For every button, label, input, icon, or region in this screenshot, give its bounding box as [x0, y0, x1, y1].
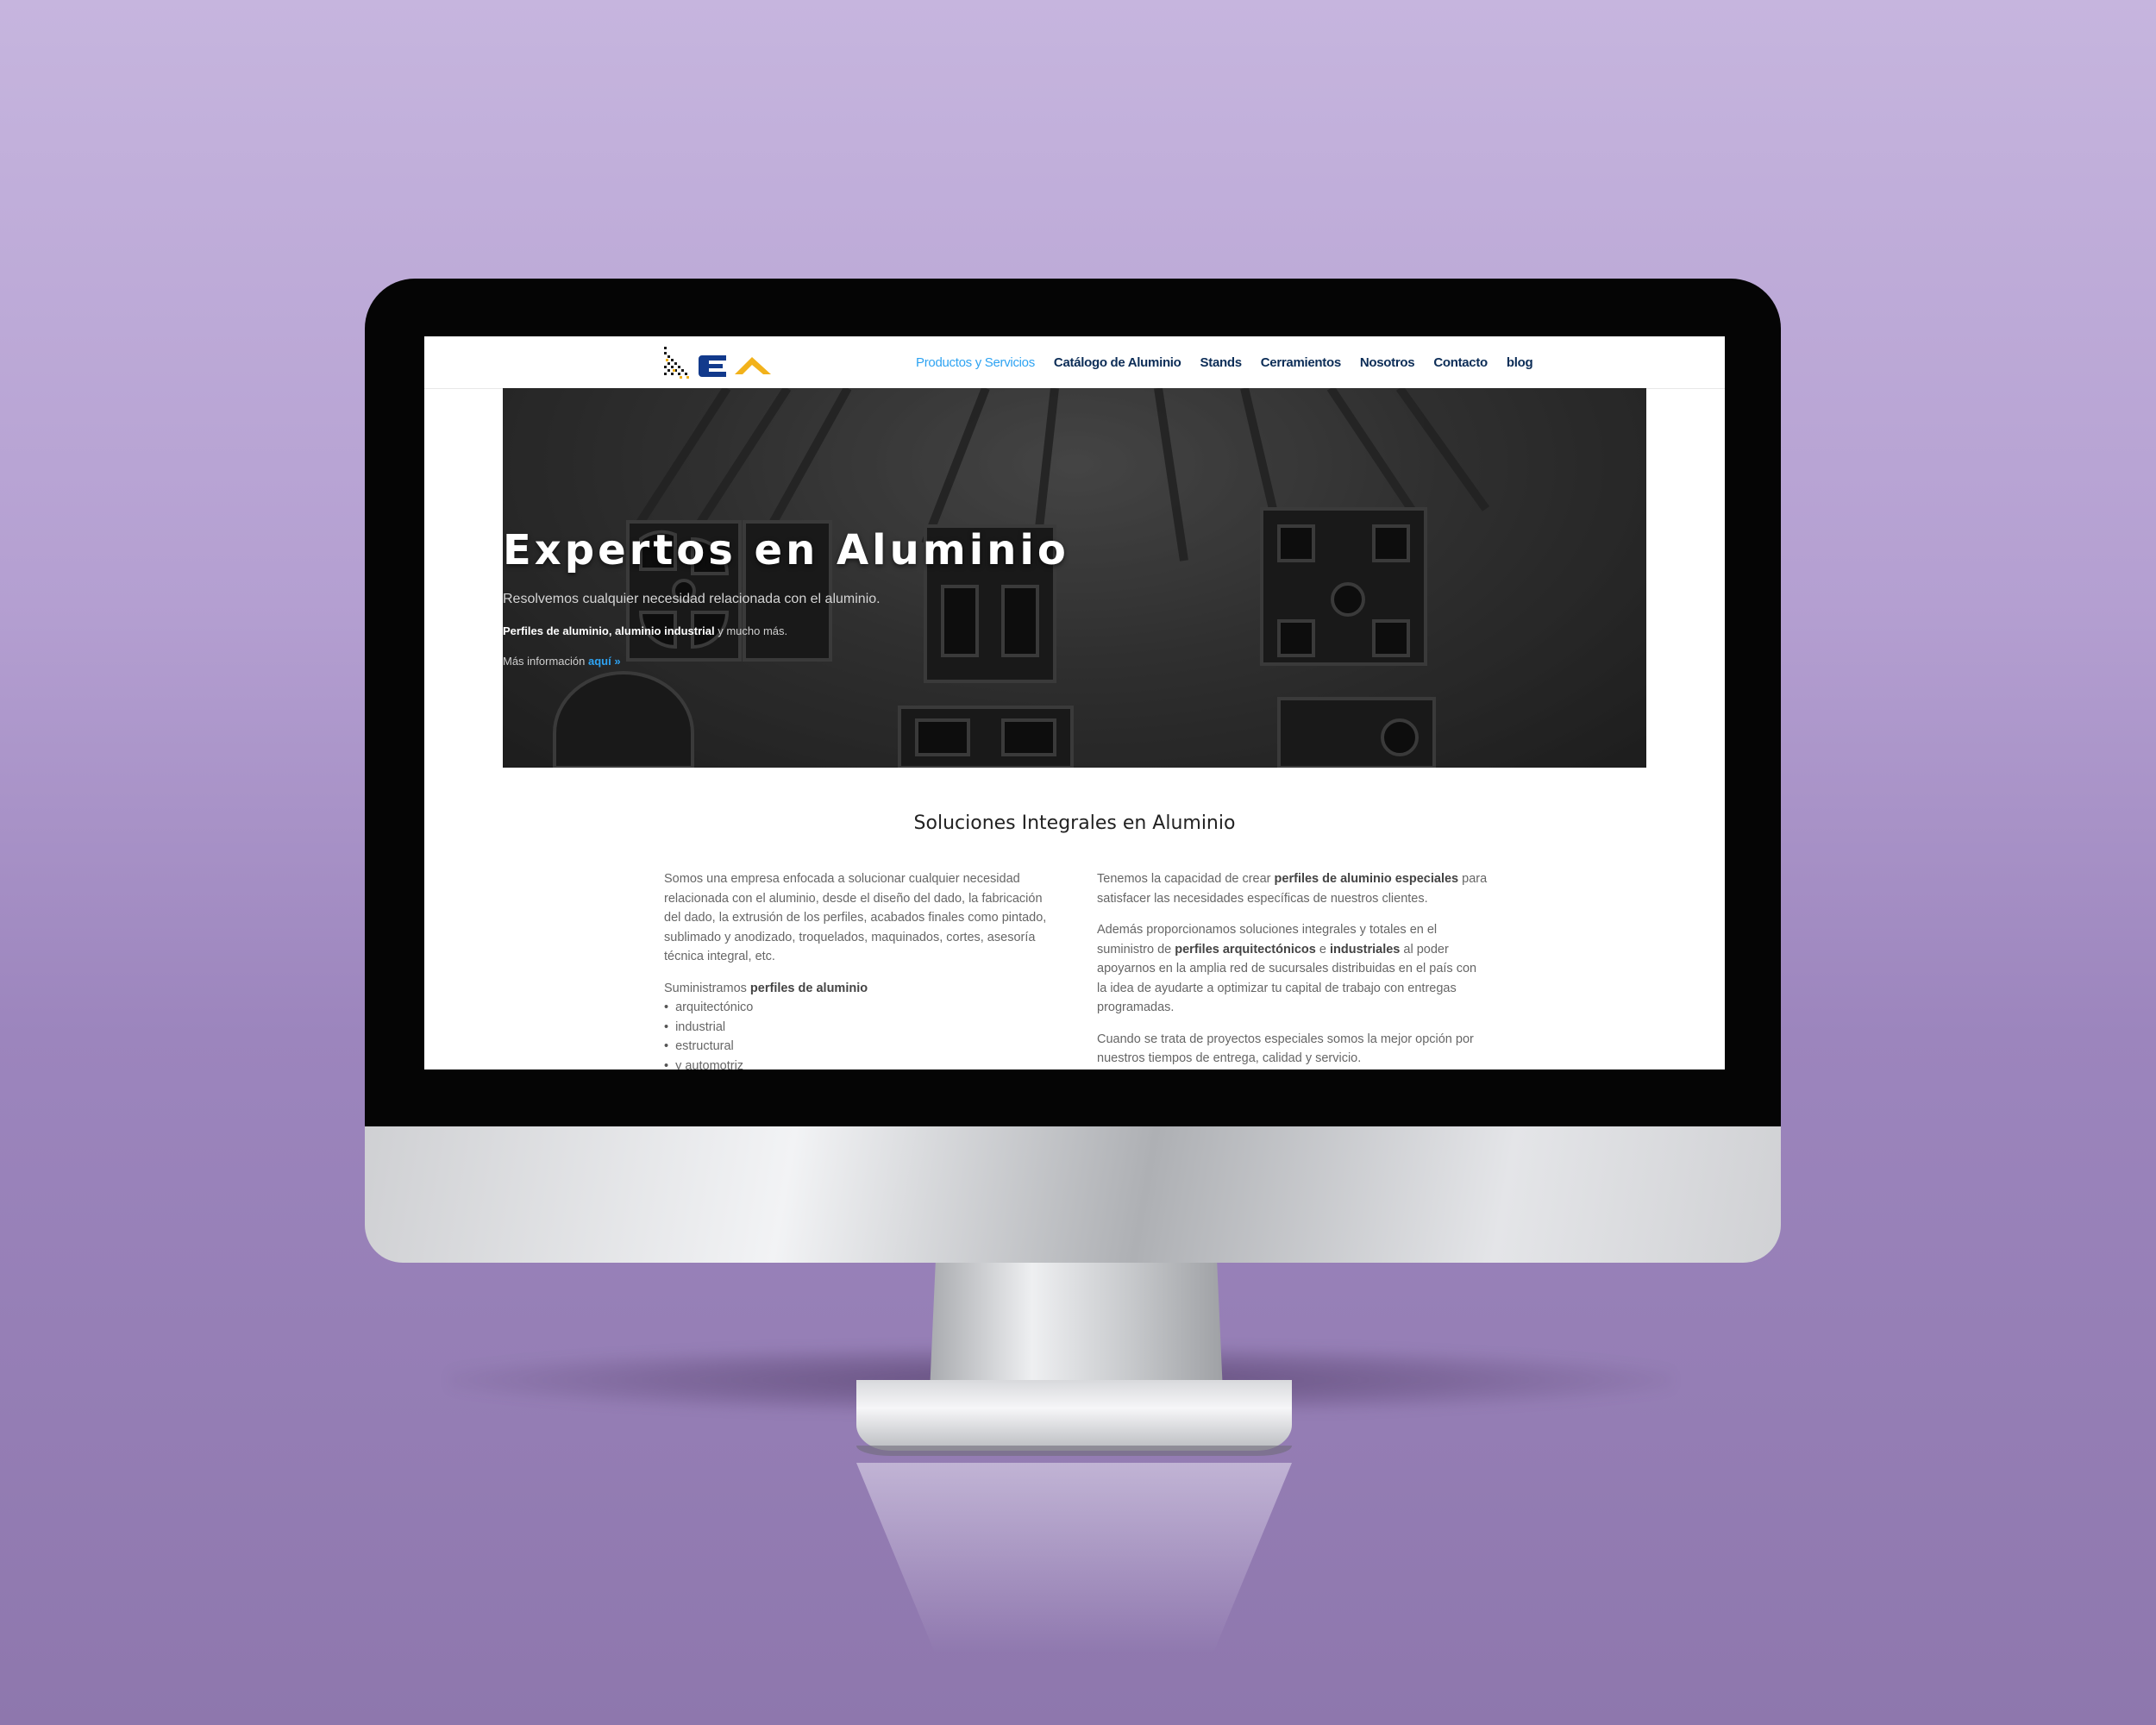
p1-text: Tenemos la capacidad de crear: [1097, 872, 1275, 886]
supply-text: Suministramos: [664, 981, 750, 995]
p2-bold-2: industriales: [1329, 942, 1401, 957]
left-column: Somos una empresa enfocada a solucionar …: [664, 869, 1052, 1070]
p1-bold: perfiles de aluminio especiales: [1274, 872, 1459, 886]
logo-e-icon: [699, 355, 726, 377]
hero-tagline-bold: Perfiles de aluminio, aluminio industria…: [503, 624, 715, 637]
left-paragraph-2: Suministramos perfiles de aluminio: [664, 979, 1052, 999]
monitor-chin: [365, 1126, 1781, 1263]
stand-reflection: [856, 1463, 1292, 1653]
monitor-stand-base: [856, 1380, 1292, 1451]
nav-cerramientos[interactable]: Cerramientos: [1261, 355, 1341, 370]
more-info-text: Más información: [503, 655, 588, 668]
aluminum-profiles-image: [503, 388, 1646, 768]
list-item: industrial: [664, 1018, 1052, 1038]
nav-productos-y-servicios[interactable]: Productos y Servicios: [916, 355, 1035, 370]
nav-stands[interactable]: Stands: [1200, 355, 1243, 370]
logo-a-icon: [735, 357, 771, 374]
hero-more-info: Más información aquí »: [503, 655, 1646, 668]
list-item: arquitectónico: [664, 998, 1052, 1018]
list-item: y automotriz: [664, 1057, 1052, 1070]
hero-tagline: Perfiles de aluminio, aluminio industria…: [503, 624, 1646, 637]
supply-bold: perfiles de aluminio: [749, 981, 868, 995]
nav-catalogo-de-aluminio[interactable]: Catálogo de Aluminio: [1054, 355, 1181, 370]
right-column: Tenemos la capacidad de crear perfiles d…: [1097, 869, 1489, 1070]
monitor-screen: Productos y Servicios Catálogo de Alumin…: [424, 336, 1725, 1070]
p2-mid: e: [1315, 942, 1330, 957]
p2-bold-1: perfiles arquitectónicos: [1175, 942, 1316, 957]
profile-types-list: arquitectónico industrial estructural y …: [664, 998, 1052, 1070]
list-item: estructural: [664, 1037, 1052, 1057]
nav-nosotros[interactable]: Nosotros: [1360, 355, 1415, 370]
stand-base-edge: [856, 1446, 1292, 1456]
section-title: Soluciones Integrales en Aluminio: [913, 812, 1236, 834]
right-paragraph-1: Tenemos la capacidad de crear perfiles d…: [1097, 869, 1489, 908]
company-logo[interactable]: [664, 343, 785, 380]
nav-contacto[interactable]: Contacto: [1433, 355, 1488, 370]
hero-banner: Expertos en Aluminio Resolvemos cualquie…: [503, 388, 1646, 768]
right-paragraph-3: Cuando se trata de proyectos especiales …: [1097, 1032, 1474, 1066]
site-header: Productos y Servicios Catálogo de Alumin…: [424, 336, 1725, 389]
main-nav: Productos y Servicios Catálogo de Alumin…: [916, 336, 1533, 388]
hero-tagline-rest: y mucho más.: [714, 624, 788, 637]
monitor-stand-neck: [930, 1263, 1223, 1392]
nav-blog[interactable]: blog: [1507, 355, 1533, 370]
left-paragraph-1: Somos una empresa enfocada a solucionar …: [664, 872, 1047, 963]
hero-subtitle: Resolvemos cualquier necesidad relaciona…: [503, 592, 881, 606]
right-paragraph-2: Además proporcionamos soluciones integra…: [1097, 920, 1489, 1018]
more-info-link[interactable]: aquí »: [588, 655, 621, 668]
hero-title: Expertos en Aluminio: [503, 526, 1069, 574]
